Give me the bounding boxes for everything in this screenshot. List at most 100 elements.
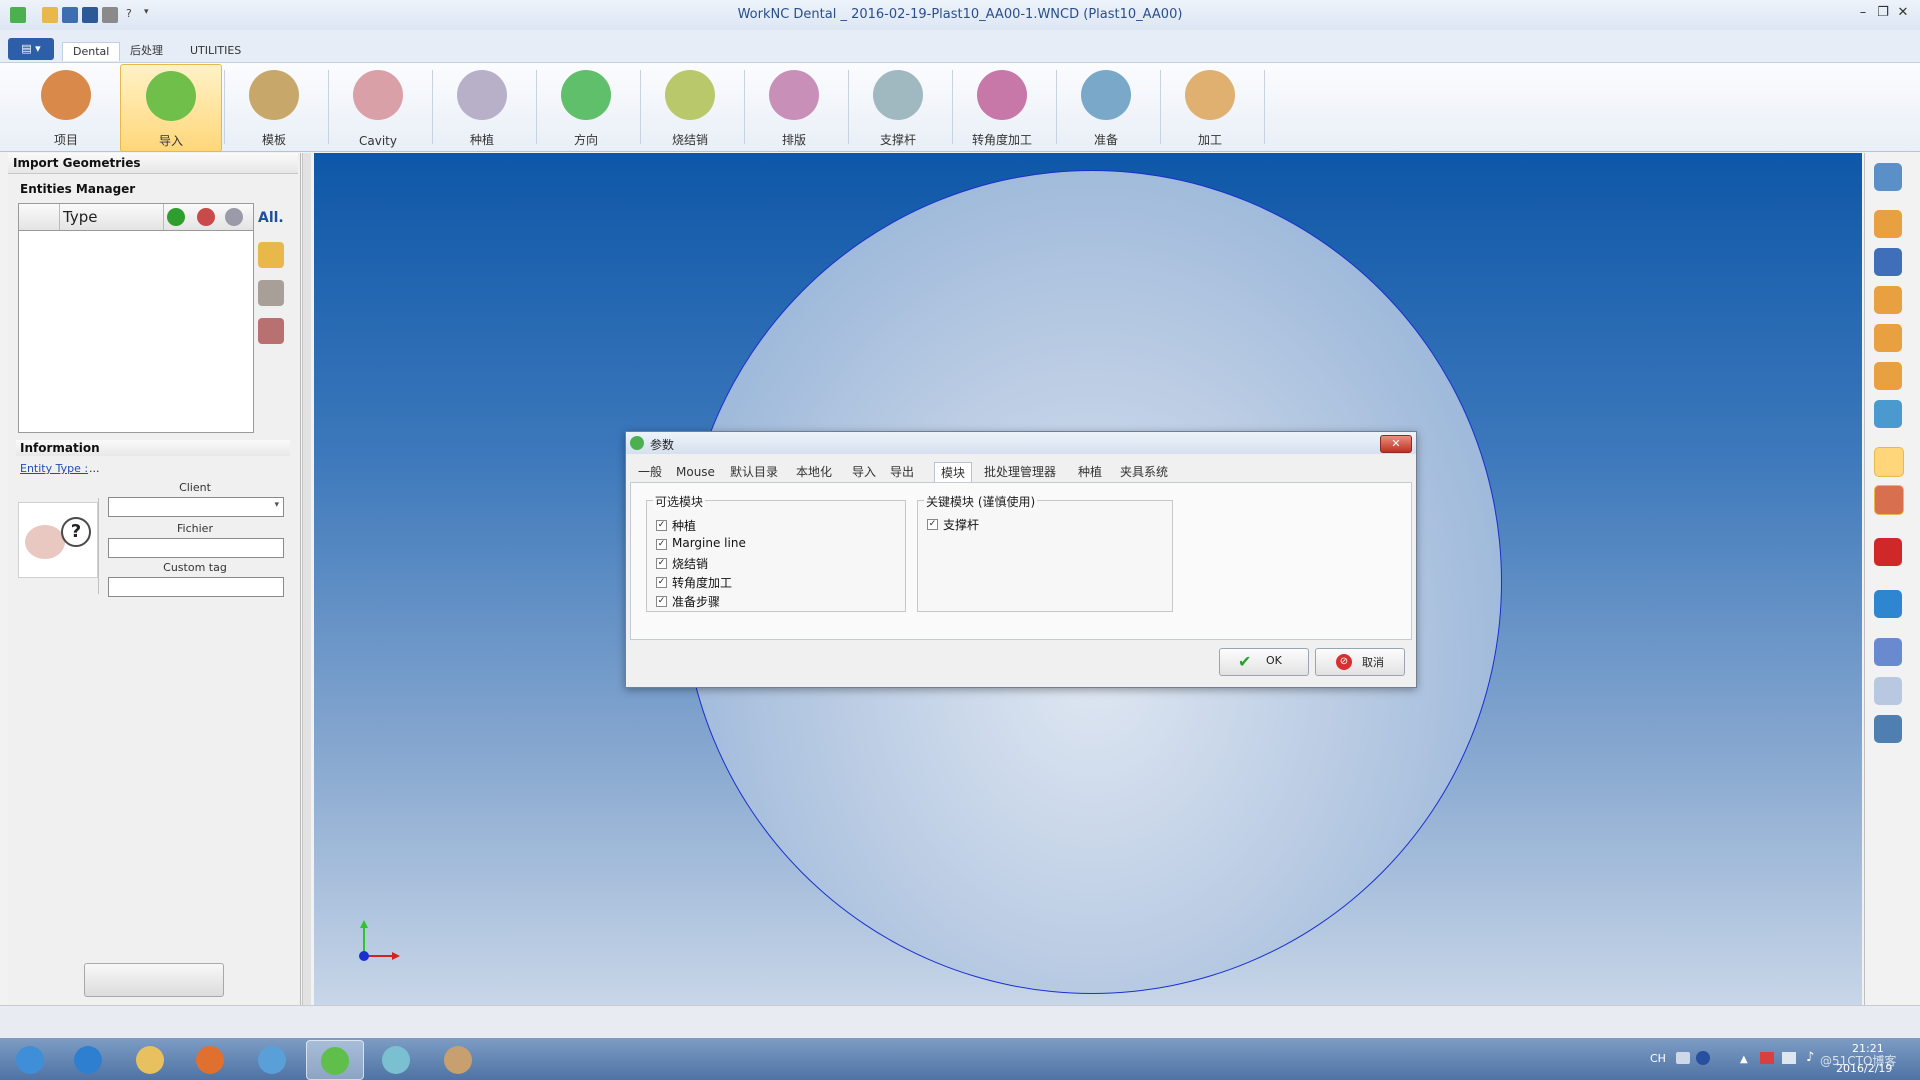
taskbar-button-worknc[interactable] bbox=[306, 1040, 364, 1080]
taskbar-button-paint[interactable] bbox=[430, 1040, 486, 1078]
dialog-tab[interactable]: Mouse bbox=[676, 462, 715, 482]
header-blank-cell bbox=[19, 204, 60, 230]
module-checkbox[interactable]: ✓ bbox=[656, 520, 667, 531]
view-iso-icon[interactable] bbox=[1874, 210, 1902, 238]
save-icon[interactable] bbox=[62, 7, 78, 23]
ribbon-button-layout[interactable]: 排版 bbox=[744, 64, 844, 150]
keyboard-icon[interactable] bbox=[1676, 1052, 1690, 1064]
measure-icon[interactable] bbox=[1874, 715, 1902, 743]
delete-entity-icon[interactable] bbox=[258, 318, 284, 344]
ribbon-button-sinter-pin[interactable]: 烧结销 bbox=[640, 64, 740, 150]
tray-expand-icon[interactable]: ▲ bbox=[1740, 1054, 1748, 1065]
ribbon-button-implant[interactable]: 种植 bbox=[432, 64, 532, 150]
dialog-tab[interactable]: 模块 bbox=[934, 462, 973, 483]
ribbon-button-template[interactable]: 模板 bbox=[224, 64, 324, 150]
taskbar-button-ie[interactable] bbox=[60, 1040, 116, 1078]
client-select[interactable]: ▾ bbox=[108, 497, 284, 517]
minimize-button[interactable]: – bbox=[1854, 5, 1872, 21]
open-folder-icon[interactable] bbox=[42, 7, 58, 23]
ribbon-button-machining[interactable]: 加工 bbox=[1160, 64, 1260, 150]
module-checkbox[interactable]: ✓ bbox=[656, 558, 667, 569]
tab-dental[interactable]: Dental bbox=[62, 42, 121, 61]
tab-utilities[interactable]: UTILITIES bbox=[190, 42, 241, 60]
axis-display-icon[interactable] bbox=[1874, 638, 1902, 666]
entities-header: Type bbox=[18, 203, 254, 231]
help-tray-icon[interactable] bbox=[1696, 1051, 1710, 1065]
ok-button[interactable]: ✔ OK bbox=[1219, 648, 1309, 676]
zoom-fit-icon[interactable] bbox=[1874, 163, 1902, 191]
view-front-icon[interactable] bbox=[1874, 248, 1902, 276]
network-icon[interactable] bbox=[1782, 1052, 1796, 1064]
dialog-tab[interactable]: 导出 bbox=[890, 462, 914, 482]
disc-display-icon[interactable] bbox=[1874, 677, 1902, 705]
save-as-icon[interactable] bbox=[82, 7, 98, 23]
view-left-icon[interactable] bbox=[1874, 362, 1902, 390]
ribbon-button-angle-machining[interactable]: 转角度加工 bbox=[952, 64, 1052, 150]
cancel-button[interactable]: ⊘ 取消 bbox=[1315, 648, 1405, 676]
dialog-tab[interactable]: 导入 bbox=[852, 462, 876, 482]
curve-filter-icon[interactable] bbox=[197, 208, 215, 226]
dialog-tab[interactable]: 默认目录 bbox=[730, 462, 778, 482]
module-checkbox-label[interactable]: 转角度加工 bbox=[672, 574, 732, 591]
clip-plane-icon[interactable] bbox=[1874, 538, 1902, 566]
shaded-mode-icon[interactable] bbox=[1874, 447, 1904, 477]
module-checkbox-label[interactable]: 准备步骤 bbox=[672, 593, 720, 610]
module-checkbox[interactable]: ✓ bbox=[656, 539, 667, 550]
view-top-icon[interactable] bbox=[1874, 286, 1902, 314]
view-right-icon[interactable] bbox=[1874, 324, 1902, 352]
volume-icon[interactable]: ♪ bbox=[1806, 1050, 1814, 1065]
entities-list[interactable] bbox=[18, 203, 254, 433]
module-checkbox[interactable]: ✓ bbox=[656, 596, 667, 607]
entity-type-label[interactable]: Entity Type : bbox=[20, 462, 88, 475]
panel-action-button[interactable] bbox=[84, 963, 224, 997]
ribbon-button-direction[interactable]: 方向 bbox=[536, 64, 636, 150]
select-all-button[interactable]: All. bbox=[258, 210, 284, 226]
surface-filter-icon[interactable] bbox=[225, 208, 243, 226]
module-checkbox-label[interactable]: 支撑杆 bbox=[943, 516, 979, 533]
tab-postprocess[interactable]: 后处理 bbox=[130, 42, 163, 60]
section-icon[interactable] bbox=[1874, 590, 1902, 618]
tools-icon[interactable] bbox=[102, 7, 118, 23]
ribbon-button-import[interactable]: 导入 bbox=[120, 64, 222, 152]
custom-tag-label: Custom tag bbox=[163, 561, 227, 574]
column-type[interactable]: Type bbox=[59, 204, 164, 230]
flag-icon[interactable] bbox=[1760, 1052, 1774, 1064]
app-check-icon[interactable] bbox=[10, 7, 26, 23]
dialog-tab[interactable]: 批处理管理器 bbox=[984, 462, 1056, 482]
ribbon-button-project[interactable]: 项目 bbox=[16, 64, 116, 150]
custom-tag-field[interactable] bbox=[108, 577, 284, 597]
taskbar-button-media-player[interactable] bbox=[182, 1040, 238, 1078]
module-checkbox[interactable]: ✓ bbox=[927, 519, 938, 530]
language-indicator[interactable]: CH bbox=[1650, 1052, 1666, 1065]
dialog-close-button[interactable]: ✕ bbox=[1380, 435, 1412, 453]
dialog-tab[interactable]: 一般 bbox=[638, 462, 662, 482]
dropdown-icon[interactable]: ▾ bbox=[144, 7, 149, 17]
fichier-field[interactable] bbox=[108, 538, 284, 558]
explorer-icon bbox=[136, 1046, 164, 1074]
ribbon-button-prepare[interactable]: 准备 bbox=[1056, 64, 1156, 150]
close-button[interactable]: ✕ bbox=[1894, 5, 1912, 21]
taskbar-button-search-app[interactable] bbox=[244, 1040, 300, 1078]
module-checkbox-label[interactable]: Margine line bbox=[672, 536, 746, 550]
view-axes-icon[interactable] bbox=[1874, 400, 1902, 428]
render-mode-icon[interactable] bbox=[1874, 485, 1904, 515]
ribbon-button-support-bar[interactable]: 支撑杆 bbox=[848, 64, 948, 150]
help-icon[interactable]: ? bbox=[126, 7, 132, 20]
dialog-tab[interactable]: 种植 bbox=[1078, 462, 1102, 482]
module-checkbox[interactable]: ✓ bbox=[656, 577, 667, 588]
ribbon-button-label: 加工 bbox=[1197, 133, 1222, 147]
dialog-tab[interactable]: 本地化 bbox=[796, 462, 832, 482]
solid-filter-icon[interactable] bbox=[167, 208, 185, 226]
module-checkbox-label[interactable]: 种植 bbox=[672, 517, 696, 534]
dialog-tab[interactable]: 夹具系统 bbox=[1120, 462, 1168, 482]
taskbar-button-worknc-doc[interactable] bbox=[368, 1040, 424, 1078]
module-checkbox-label[interactable]: 烧结销 bbox=[672, 555, 708, 572]
app-menu-button[interactable]: ▤ ▾ bbox=[8, 38, 54, 60]
ribbon-button-cavity[interactable]: Cavity bbox=[328, 64, 428, 150]
panel-splitter[interactable] bbox=[302, 153, 311, 1005]
add-folder-icon[interactable] bbox=[258, 242, 284, 268]
taskbar-button-explorer[interactable] bbox=[122, 1040, 178, 1078]
taskbar-button-start-orb[interactable] bbox=[2, 1040, 58, 1078]
restore-button[interactable]: ❐ bbox=[1874, 5, 1892, 21]
folder-icon[interactable] bbox=[258, 280, 284, 306]
